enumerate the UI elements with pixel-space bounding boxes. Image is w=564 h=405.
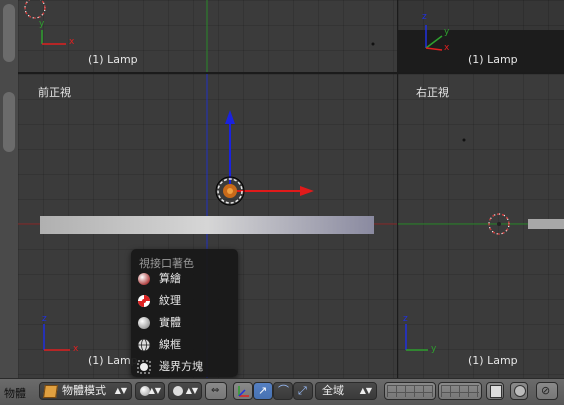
wireframe-sphere-icon bbox=[137, 338, 151, 352]
arrow-icon: ↗ bbox=[258, 384, 268, 397]
manipulator-toggle-button[interactable]: ⇔ bbox=[205, 382, 227, 400]
menu-item-label: 紋理 bbox=[159, 294, 181, 307]
object-menu[interactable]: 物體 bbox=[4, 385, 26, 401]
menu-item-label: 實體 bbox=[159, 316, 181, 329]
scale-manipulator-button[interactable]: ⤢ bbox=[293, 382, 313, 400]
cube-icon bbox=[43, 385, 58, 398]
bounding-box-icon bbox=[137, 360, 151, 374]
top-left-scene bbox=[24, 0, 375, 72]
mode-label: 物體模式 bbox=[62, 384, 106, 397]
menu-item-label: 線框 bbox=[159, 338, 181, 351]
render-icon bbox=[514, 385, 526, 397]
solid-sphere-icon bbox=[138, 317, 150, 329]
right-scene bbox=[398, 138, 564, 351]
axis-letter-z: z bbox=[422, 12, 427, 22]
manipulator-icon: ⇔ bbox=[211, 385, 220, 396]
menu-item-label: 算繪 bbox=[159, 272, 181, 285]
layer-grid-icon bbox=[441, 385, 479, 397]
layer-grid-icon bbox=[387, 385, 433, 397]
view-name-label: 前正視 bbox=[38, 86, 71, 99]
axis-letter-z: z bbox=[403, 314, 408, 324]
translate-manipulator-button[interactable]: ↗ bbox=[253, 382, 273, 400]
menu-item-solid[interactable]: 實體 bbox=[135, 313, 234, 333]
layer-buttons-group-2[interactable] bbox=[438, 382, 482, 400]
snap-icon: ⊘ bbox=[541, 384, 551, 397]
layer-buttons-group-1[interactable] bbox=[384, 382, 436, 400]
lamp-label: (1) Lamp bbox=[88, 53, 138, 66]
lock-layers-button[interactable] bbox=[486, 382, 504, 400]
orientation-label: 全域 bbox=[322, 384, 344, 397]
lamp-label: (1) Lamp bbox=[468, 53, 518, 66]
render-preview-button[interactable] bbox=[510, 382, 528, 400]
axis-letter-y: y bbox=[444, 27, 450, 37]
menu-item-rendered[interactable]: 算繪 bbox=[135, 269, 234, 289]
texture-sphere-icon bbox=[138, 295, 150, 307]
mode-selector[interactable]: 物體模式 ▲▼ bbox=[39, 382, 132, 400]
rotate-arc-icon: ⌒ bbox=[278, 384, 289, 397]
viewport-right[interactable]: 右正視 z y (1) Lamp bbox=[398, 74, 564, 378]
rotate-manipulator-button[interactable]: ⌒ bbox=[273, 382, 293, 400]
axis-letter-x: x bbox=[444, 43, 450, 53]
rendered-sphere-icon bbox=[138, 273, 150, 285]
bottom-toolbar: 物體 物體模式 ▲▼ ▲▼ ▲▼ ⇔ ↗ ⌒ ⤢ 全域 ▲▼ ⊘ bbox=[0, 378, 564, 405]
lock-icon bbox=[490, 385, 502, 398]
dropdown-arrows-icon: ▲▼ bbox=[114, 386, 127, 395]
menu-item-bounding-box[interactable]: 邊界方塊 bbox=[135, 357, 234, 377]
orientation-selector[interactable]: 全域 ▲▼ bbox=[315, 382, 377, 400]
axis-letter-y: y bbox=[39, 19, 45, 29]
scale-icon: ⤢ bbox=[298, 384, 307, 397]
axes-icon bbox=[238, 386, 249, 397]
left-sidebar bbox=[0, 0, 18, 378]
axis-letter-x: x bbox=[73, 344, 79, 354]
viewport-shading-menu: 視接口著色 算繪 紋理 實體 線框 邊界方塊 bbox=[131, 249, 238, 377]
menu-item-texture[interactable]: 紋理 bbox=[135, 291, 234, 311]
translate-axis-button[interactable] bbox=[233, 382, 253, 400]
lamp-label: (1) Lamp bbox=[468, 354, 518, 367]
scrollbar-thumb-bottom[interactable] bbox=[3, 92, 15, 152]
dropdown-arrows-icon: ▲▼ bbox=[359, 386, 372, 395]
scrollbar-thumb-top[interactable] bbox=[3, 4, 15, 62]
viewport-shading-button[interactable]: ▲▼ bbox=[135, 382, 165, 400]
axis-letter-z: z bbox=[42, 314, 47, 324]
dropdown-arrows-icon: ▲▼ bbox=[148, 386, 161, 395]
axis-letter-y: y bbox=[431, 344, 437, 354]
menu-item-label: 邊界方塊 bbox=[159, 360, 203, 373]
pivot-point-button[interactable]: ▲▼ bbox=[168, 382, 202, 400]
viewport-top-left[interactable]: x y (1) Lamp bbox=[18, 0, 397, 72]
view-name-label: 右正視 bbox=[416, 86, 449, 99]
pivot-icon bbox=[173, 386, 183, 396]
menu-item-wireframe[interactable]: 線框 bbox=[135, 335, 234, 355]
snap-button[interactable]: ⊘ bbox=[536, 382, 558, 400]
axis-letter-x: x bbox=[69, 37, 75, 47]
dropdown-arrows-icon: ▲▼ bbox=[185, 386, 198, 395]
viewport-top-right[interactable]: z y x (1) Lamp bbox=[398, 0, 564, 72]
